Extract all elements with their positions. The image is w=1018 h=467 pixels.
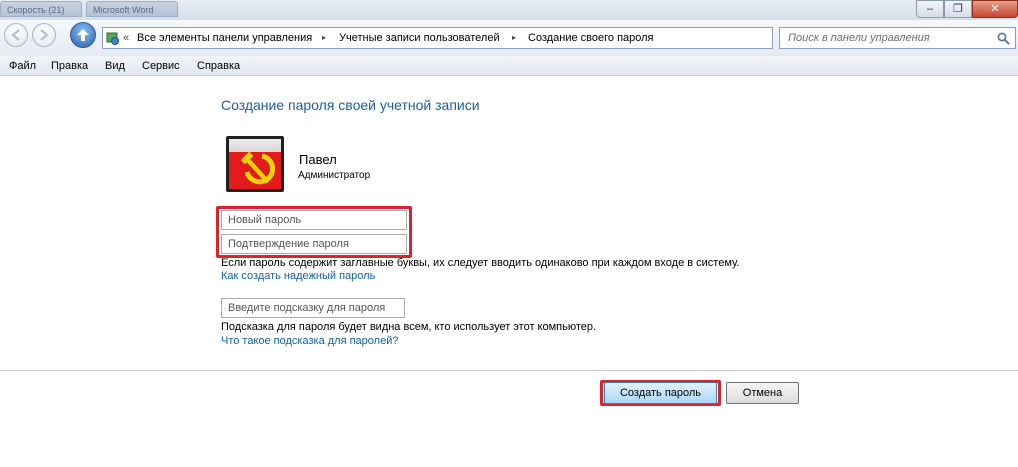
breadcrumb-create-password[interactable]: Создание своего пароля — [528, 31, 654, 45]
control-panel-icon — [106, 32, 119, 45]
close-button[interactable]: ✕ — [972, 0, 1018, 18]
new-password-field[interactable] — [221, 210, 407, 230]
window-title-bar: Скорость (21) Microsoft Word – ❐ ✕ — [0, 0, 1018, 20]
address-bar[interactable]: « Все элементы панели управления ▸ Учетн… — [102, 27, 773, 49]
back-button[interactable] — [4, 23, 28, 47]
case-sensitivity-note: Если пароль содержит заглавные буквы, их… — [221, 257, 740, 269]
menu-help[interactable]: Справка — [197, 59, 240, 73]
hint-visibility-note: Подсказка для пароля будет видна всем, к… — [221, 321, 597, 333]
forward-button[interactable] — [32, 23, 56, 47]
minimize-button[interactable]: – — [916, 0, 944, 18]
search-box[interactable]: Поиск в панели управления — [779, 27, 1016, 49]
create-password-button[interactable]: Создать пароль — [604, 382, 717, 404]
taskbar-tab-1[interactable]: Скорость (21) — [0, 1, 82, 17]
back-arrow-icon — [11, 29, 20, 41]
cancel-button[interactable]: Отмена — [726, 382, 799, 404]
breadcrumb-separator-icon[interactable]: ▸ — [322, 31, 326, 45]
search-input-placeholder: Поиск в панели управления — [788, 32, 930, 44]
content-divider — [0, 370, 1018, 371]
menu-file[interactable]: Файл — [9, 59, 36, 73]
hammer-and-sickle-icon — [240, 151, 276, 185]
maximize-button[interactable]: ❐ — [944, 0, 972, 18]
address-overflow-chevron[interactable]: « — [123, 31, 129, 45]
menu-view[interactable]: Вид — [105, 59, 125, 73]
menu-tools[interactable]: Сервис — [142, 59, 180, 73]
strong-password-link[interactable]: Как создать надежный пароль — [221, 270, 375, 283]
up-button[interactable] — [70, 22, 96, 48]
password-hint-help-link[interactable]: Что такое подсказка для паролей? — [221, 335, 398, 348]
up-arrow-icon — [77, 29, 89, 41]
breadcrumb-separator-icon[interactable]: ▸ — [512, 31, 516, 45]
confirm-password-field[interactable] — [221, 234, 407, 254]
breadcrumb-all-control-panel-items[interactable]: Все элементы панели управления — [137, 31, 312, 45]
taskbar-tab-2[interactable]: Microsoft Word — [86, 1, 178, 17]
user-role: Администратор — [298, 170, 371, 181]
user-name: Павел — [299, 152, 337, 167]
forward-arrow-icon — [40, 29, 49, 41]
menu-edit[interactable]: Правка — [51, 59, 88, 73]
page-title: Создание пароля своей учетной записи — [221, 97, 480, 113]
menu-bar: Файл Правка Вид Сервис Справка — [0, 56, 1018, 76]
navigation-bar: « Все элементы панели управления ▸ Учетн… — [0, 20, 1018, 56]
user-avatar — [226, 136, 284, 192]
search-icon[interactable] — [997, 32, 1010, 45]
breadcrumb-user-accounts[interactable]: Учетные записи пользователей — [339, 31, 500, 45]
password-hint-field[interactable] — [221, 298, 405, 318]
